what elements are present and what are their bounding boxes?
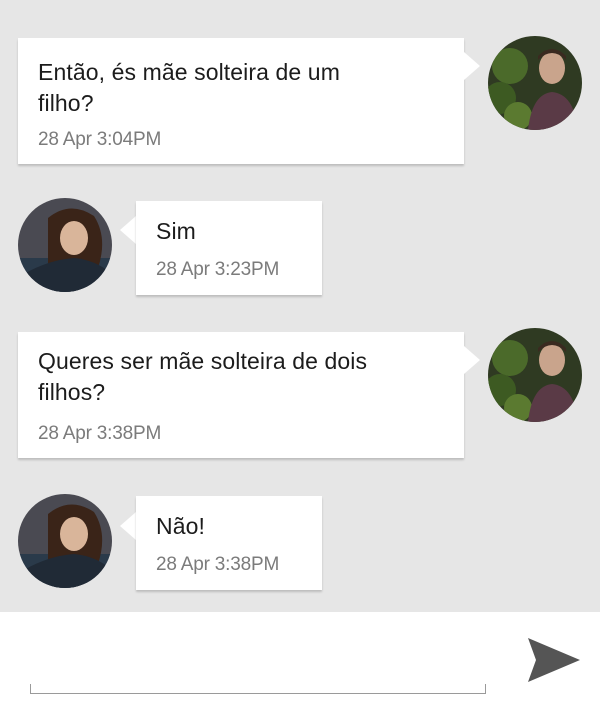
bubble-tail [120, 512, 136, 540]
message-line: Não! [156, 513, 205, 539]
avatar[interactable] [18, 494, 112, 588]
message-bubble[interactable]: Não! 28 Apr 3:38PM [136, 496, 322, 590]
message-timestamp: 28 Apr 3:38PM [156, 554, 280, 575]
send-icon [528, 638, 580, 682]
female-user-avatar-icon [18, 494, 112, 588]
input-underline [30, 684, 486, 694]
message-incoming: Não! 28 Apr 3:38PM [0, 0, 600, 600]
send-button[interactable] [520, 632, 584, 688]
message-composer [0, 612, 600, 707]
message-list[interactable]: Então, és mãe solteira de um filho? 28 A… [0, 0, 600, 612]
message-text: Não! [156, 511, 205, 542]
